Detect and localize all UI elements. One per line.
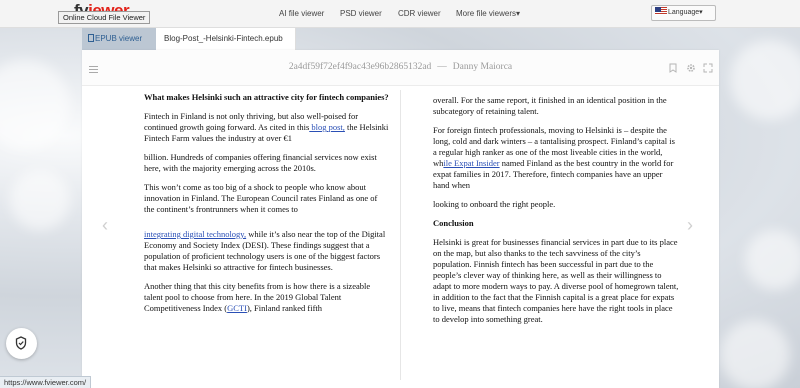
us-flag-icon — [655, 7, 667, 15]
nav-more-viewers[interactable]: More file viewers▾ — [456, 9, 520, 18]
top-nav-bar: fviewer Online Cloud File Viewer AI file… — [0, 0, 800, 28]
page-divider — [400, 90, 401, 380]
digital-technology-link[interactable]: integrating digital technology, — [144, 229, 246, 239]
logo-tooltip: Online Cloud File Viewer — [58, 11, 151, 24]
paragraph: overall. For the same report, it finishe… — [433, 95, 667, 116]
document-id: 2a4df59f72ef4f9ac43e96b2865132ad — [288, 62, 432, 72]
background-bokeh — [10, 170, 70, 230]
background-bokeh — [745, 230, 800, 290]
paragraph: This won’t come as too big of a shock to… — [144, 182, 378, 214]
paragraph: Another thing that this city benefits fr… — [144, 281, 389, 314]
background-bokeh — [730, 40, 800, 120]
tab-epub-label: EPUB viewer — [95, 34, 143, 43]
document-panel: 2a4df59f72ef4f9ac43e96b2865132ad — Danny M… — [82, 50, 719, 388]
paragraph: billion. Hundreds of companies offering … — [144, 152, 377, 173]
title-separator: — — [437, 62, 447, 72]
background-bokeh — [0, 60, 70, 150]
expat-insider-link[interactable]: ile Expat Insider — [443, 158, 499, 168]
document-icon — [88, 34, 94, 42]
document-author: Danny Maiorca — [452, 62, 513, 72]
tab-current-file[interactable]: Blog-Post_-Helsinki-Fintech.epub — [156, 28, 296, 50]
gcti-link[interactable]: GCTI — [227, 303, 247, 313]
chevron-down-icon: ▾ — [516, 9, 521, 18]
paragraph: looking to onboard the right people. — [433, 199, 556, 209]
right-page: overall. For the same report, it finishe… — [433, 95, 679, 333]
section-heading: Conclusion — [433, 218, 474, 228]
language-label: Language — [668, 9, 700, 16]
document-title: 2a4df59f72ef4f9ac43e96b2865132ad — Danny M… — [82, 62, 719, 72]
nav-more-label: More file viewers — [456, 9, 517, 18]
left-page: What makes Helsinki such an attractive c… — [144, 92, 389, 322]
paragraph: Helsinki is great for businesses financi… — [433, 237, 679, 324]
language-button[interactable]: Language▾ — [651, 5, 716, 21]
next-page-arrow-icon[interactable]: › — [687, 216, 693, 234]
security-badge-button[interactable] — [6, 328, 37, 359]
fullscreen-icon[interactable] — [703, 63, 713, 76]
bookmark-icon[interactable] — [669, 63, 677, 76]
paragraph: integrating digital technology, while it… — [144, 229, 389, 273]
document-header: 2a4df59f72ef4f9ac43e96b2865132ad — Danny M… — [82, 50, 719, 86]
shield-icon — [15, 336, 27, 350]
background-bokeh — [720, 320, 790, 388]
tab-epub-viewer[interactable]: EPUB viewer — [82, 28, 156, 50]
paragraph: Fintech in Finland is not only thriving,… — [144, 111, 389, 144]
gear-icon[interactable] — [686, 63, 696, 76]
prev-page-arrow-icon[interactable]: ‹ — [102, 216, 108, 234]
blog-post-link[interactable]: blog post, — [309, 122, 345, 132]
nav-ai-viewer[interactable]: AI file viewer — [279, 9, 324, 18]
paragraph-text: ), Finland ranked fifth — [246, 303, 323, 313]
section-heading: What makes Helsinki such an attractive c… — [144, 92, 389, 102]
nav-cdr-viewer[interactable]: CDR viewer — [398, 9, 441, 18]
status-url: https://www.fviewer.com/ — [0, 376, 92, 388]
paragraph: For foreign fintech professionals, movin… — [433, 125, 679, 191]
chevron-down-icon: ▾ — [699, 9, 703, 16]
nav-psd-viewer[interactable]: PSD viewer — [340, 9, 382, 18]
